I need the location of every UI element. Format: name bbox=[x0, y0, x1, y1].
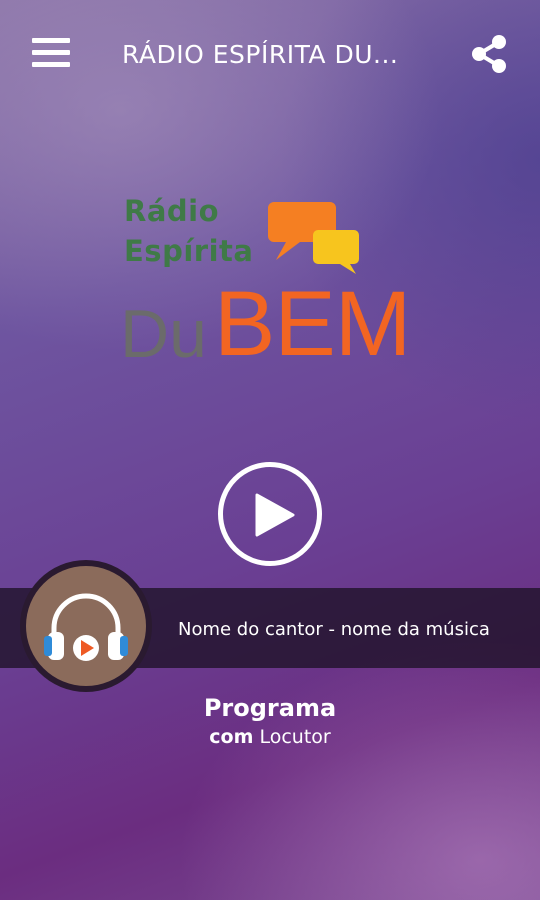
program-host-prefix: com bbox=[209, 726, 254, 748]
headphones-icon bbox=[44, 593, 128, 661]
program-name: Programa bbox=[203, 694, 337, 722]
program-info: Programa com Locutor bbox=[0, 692, 540, 750]
app-title: RÁDIO ESPÍRITA DU... bbox=[122, 40, 399, 69]
play-icon bbox=[255, 493, 295, 537]
program-host-name: Locutor bbox=[259, 726, 331, 748]
menu-button[interactable] bbox=[30, 34, 72, 72]
logo-text-radio: Rádio bbox=[124, 194, 220, 228]
now-playing-text: Nome do cantor - nome da música bbox=[178, 619, 490, 640]
logo-text-bem: BEM bbox=[214, 273, 411, 375]
play-button[interactable] bbox=[218, 462, 322, 566]
share-button[interactable] bbox=[468, 32, 512, 76]
hamburger-menu-icon bbox=[32, 38, 70, 43]
logo-text-du: Du bbox=[120, 296, 207, 372]
app-bar: RÁDIO ESPÍRITA DU... bbox=[0, 0, 540, 108]
program-avatar bbox=[20, 560, 152, 692]
speech-bubbles-icon bbox=[268, 202, 359, 274]
program-host-line: com Locutor bbox=[0, 724, 540, 750]
share-icon bbox=[472, 35, 506, 73]
logo-text-espirita: Espírita bbox=[124, 234, 254, 268]
station-logo: Rádio Espírita Du BEM bbox=[118, 190, 428, 370]
